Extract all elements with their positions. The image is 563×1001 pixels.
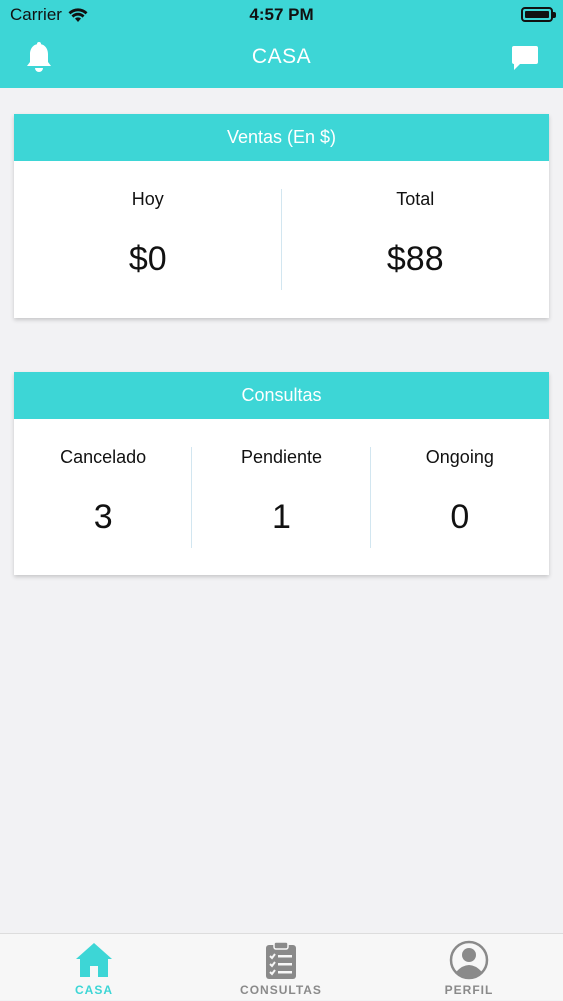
stat-value: 1	[272, 498, 291, 536]
consultas-title: Consultas	[14, 372, 549, 419]
status-bar: Carrier 4:57 PM	[0, 0, 563, 30]
top-bar: Carrier 4:57 PM CASA	[0, 0, 563, 88]
stat-value: $0	[128, 240, 167, 278]
stat-label: Hoy	[131, 189, 164, 209]
tab-casa[interactable]: CASA	[34, 934, 154, 1001]
stat-value: $88	[386, 240, 444, 278]
tab-bar: CASA CONSULTAS PERFIL	[0, 933, 563, 1000]
page-title: CASA	[251, 45, 312, 68]
stat-label: Pendiente	[240, 447, 323, 467]
chat-icon[interactable]	[511, 44, 539, 72]
tab-label: CASA	[74, 983, 113, 997]
stat-label: Ongoing	[425, 447, 494, 467]
battery-icon	[521, 7, 556, 22]
consultas-pendiente: Pendiente 1	[192, 419, 370, 575]
navbar: CASA	[0, 30, 563, 88]
stat-label: Cancelado	[60, 447, 147, 467]
clipboard-icon	[266, 941, 296, 979]
ventas-title: Ventas (En $)	[14, 114, 549, 161]
profile-icon	[449, 940, 489, 980]
ventas-hoy: Hoy $0	[14, 161, 282, 318]
consultas-ongoing: Ongoing 0	[371, 419, 549, 575]
stat-value: 0	[450, 498, 470, 536]
home-icon	[76, 943, 112, 977]
stat-label: Total	[396, 189, 435, 209]
consultas-cancelado: Cancelado 3	[14, 419, 192, 575]
tab-label: PERFIL	[444, 983, 494, 997]
status-time: 4:57 PM	[249, 5, 314, 24]
stat-value: 3	[93, 498, 113, 536]
ventas-total: Total $88	[282, 161, 550, 318]
tab-perfil[interactable]: PERFIL	[409, 934, 529, 1001]
ventas-card: Ventas (En $) Hoy $0 Total $88	[14, 114, 549, 318]
consultas-card: Consultas Cancelado 3 Pendiente 1 Ongoin…	[14, 372, 549, 575]
tab-label: CONSULTAS	[240, 983, 322, 997]
tab-consultas[interactable]: CONSULTAS	[221, 934, 341, 1001]
